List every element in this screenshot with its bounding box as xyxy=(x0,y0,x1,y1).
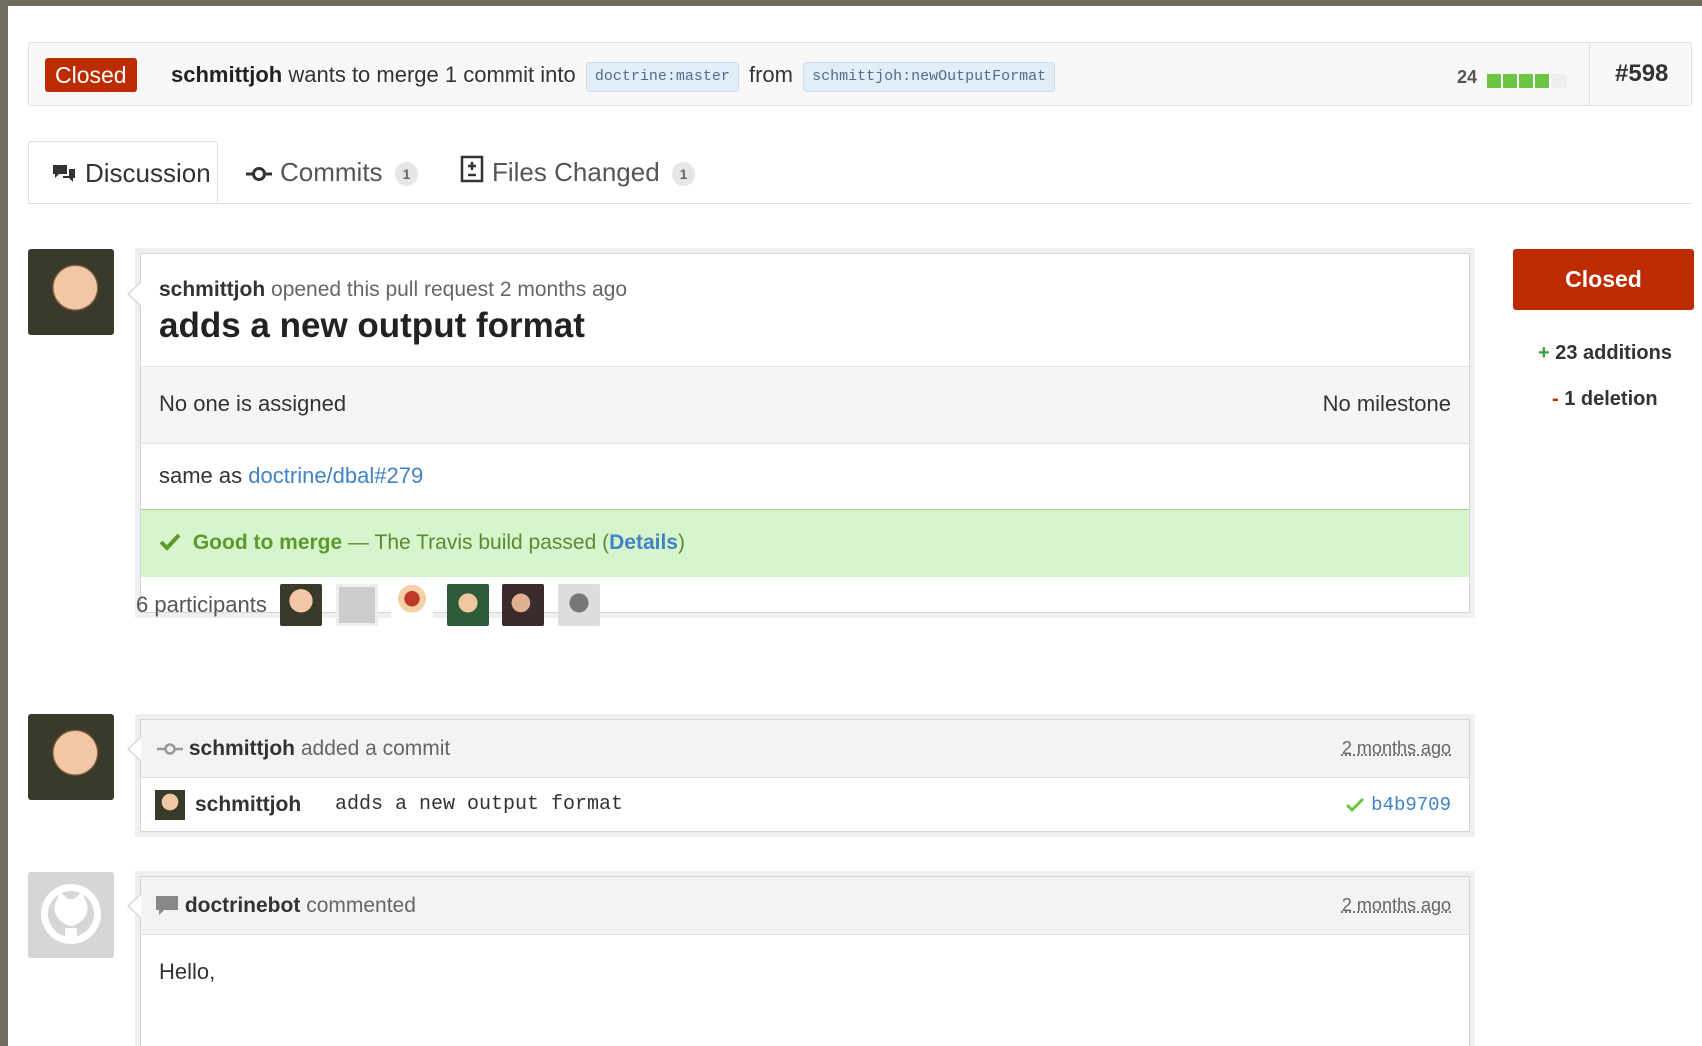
merge-status-bold: Good to merge xyxy=(192,531,343,554)
body-prefix: same as xyxy=(159,463,243,488)
issue-link[interactable]: doctrine/dbal#279 xyxy=(248,463,423,488)
commit-message[interactable]: adds a new output format xyxy=(335,778,623,832)
pr-meta-line: schmittjoh opened this pull request 2 mo… xyxy=(159,278,627,302)
comment-box: doctrinebot commented 2 months ago Hello… xyxy=(127,876,1470,1046)
head-branch: schmittjoh:newOutputFormat xyxy=(803,62,1056,92)
merge-status-text: — The Travis build passed ( xyxy=(348,531,610,554)
comment-time[interactable]: 2 months ago xyxy=(1342,877,1451,934)
pr-tabs: Discussion Commits 1 Files Changed 1 xyxy=(28,141,1692,204)
assignee-label[interactable]: No one is assigned xyxy=(159,391,346,417)
pr-header: Closed schmittjoh wants to merge 1 commi… xyxy=(28,42,1692,106)
box-arrow xyxy=(127,282,141,306)
files-counter: 1 xyxy=(671,162,696,187)
merge-status: Good to merge — The Travis build passed … xyxy=(141,509,1469,577)
commit-event-box: schmittjoh added a commit 2 months ago s… xyxy=(127,719,1470,832)
deletions-text: 1 deletion xyxy=(1564,388,1658,410)
merge-text: wants to merge 1 commit into xyxy=(288,62,576,87)
comment-header: doctrinebot commented 2 months ago xyxy=(141,877,1469,935)
avatar[interactable] xyxy=(28,714,114,800)
user-avatar-image xyxy=(28,714,114,800)
pull-request-page: Closed schmittjoh wants to merge 1 commi… xyxy=(8,6,1702,1046)
pr-body: same as doctrine/dbal#279 xyxy=(159,463,423,489)
commit-sha-link[interactable]: b4b9709 xyxy=(1371,778,1451,832)
commit-event-time[interactable]: 2 months ago xyxy=(1342,720,1451,777)
discussion-icon xyxy=(51,144,77,206)
state-badge: Closed xyxy=(45,58,137,92)
comment-icon xyxy=(155,894,185,917)
from-text: from xyxy=(748,62,793,87)
participants-label: 6 participants xyxy=(136,592,267,617)
commit-event-action: added a commit xyxy=(300,737,451,760)
tab-discussion[interactable]: Discussion xyxy=(28,141,218,203)
milestone-label[interactable]: No milestone xyxy=(1323,391,1451,417)
comment-action: commented xyxy=(306,894,416,917)
commits-counter: 1 xyxy=(394,162,419,187)
commit-author-avatar[interactable] xyxy=(155,790,185,820)
commit-author[interactable]: schmittjoh xyxy=(195,778,301,832)
base-branch: doctrine:master xyxy=(585,62,739,92)
divider xyxy=(1589,43,1590,105)
participants: 6 participants xyxy=(136,584,600,628)
state-closed-button[interactable]: Closed xyxy=(1513,249,1694,310)
tab-commits[interactable]: Commits 1 xyxy=(246,141,419,205)
pr-author-link[interactable]: schmittjoh xyxy=(171,62,282,87)
file-diff-icon xyxy=(460,143,484,205)
participant-avatar[interactable] xyxy=(391,584,434,626)
additions-text: 23 additions xyxy=(1555,342,1672,364)
details-link[interactable]: Details xyxy=(609,531,678,554)
commit-event-header: schmittjoh added a commit 2 months ago xyxy=(141,720,1469,778)
progress-bar xyxy=(1487,74,1567,88)
additions-stat: + 23 additions xyxy=(1538,342,1672,365)
deletions-sign: - xyxy=(1552,388,1559,410)
tab-files-changed[interactable]: Files Changed 1 xyxy=(460,141,696,205)
check-icon xyxy=(1345,778,1365,832)
progress-fill xyxy=(1487,74,1551,88)
commit-icon xyxy=(246,143,272,205)
progress-count: 24 xyxy=(1457,67,1478,87)
commit-row: schmittjoh adds a new output format b4b9… xyxy=(141,778,1469,832)
github-octocat-icon xyxy=(28,872,114,958)
commit-event-author[interactable]: schmittjoh xyxy=(189,737,295,760)
tab-label: Discussion xyxy=(85,158,211,188)
merge-summary: schmittjoh wants to merge 1 commit into … xyxy=(171,59,1059,92)
comment-author[interactable]: doctrinebot xyxy=(185,894,301,917)
assignment-row: No one is assigned No milestone xyxy=(141,366,1469,444)
pr-title: adds a new output format xyxy=(159,306,585,345)
check-icon xyxy=(159,531,193,554)
pr-author[interactable]: schmittjoh xyxy=(159,278,265,301)
opened-text: opened this pull request 2 months ago xyxy=(271,278,628,301)
participant-avatar[interactable] xyxy=(557,584,600,626)
additions-sign: + xyxy=(1538,342,1550,364)
avatar[interactable] xyxy=(28,872,114,958)
participant-avatar[interactable] xyxy=(280,584,323,626)
comment-body-line: Hello, xyxy=(159,959,216,984)
avatar[interactable] xyxy=(28,249,114,335)
participant-avatar[interactable] xyxy=(446,584,489,626)
participant-avatar[interactable] xyxy=(335,584,378,626)
box-arrow xyxy=(127,894,141,918)
pr-number: #598 xyxy=(1615,60,1669,87)
pr-description-box: schmittjoh opened this pull request 2 mo… xyxy=(127,253,1470,613)
merge-status-close: ) xyxy=(677,531,685,554)
commit-icon xyxy=(157,737,189,760)
participant-avatar[interactable] xyxy=(502,584,545,626)
box-arrow xyxy=(127,737,141,761)
tab-label: Files Changed xyxy=(492,157,660,187)
tab-label: Commits xyxy=(280,157,383,187)
deletions-stat: - 1 deletion xyxy=(1552,388,1658,411)
user-avatar-image xyxy=(28,249,114,335)
